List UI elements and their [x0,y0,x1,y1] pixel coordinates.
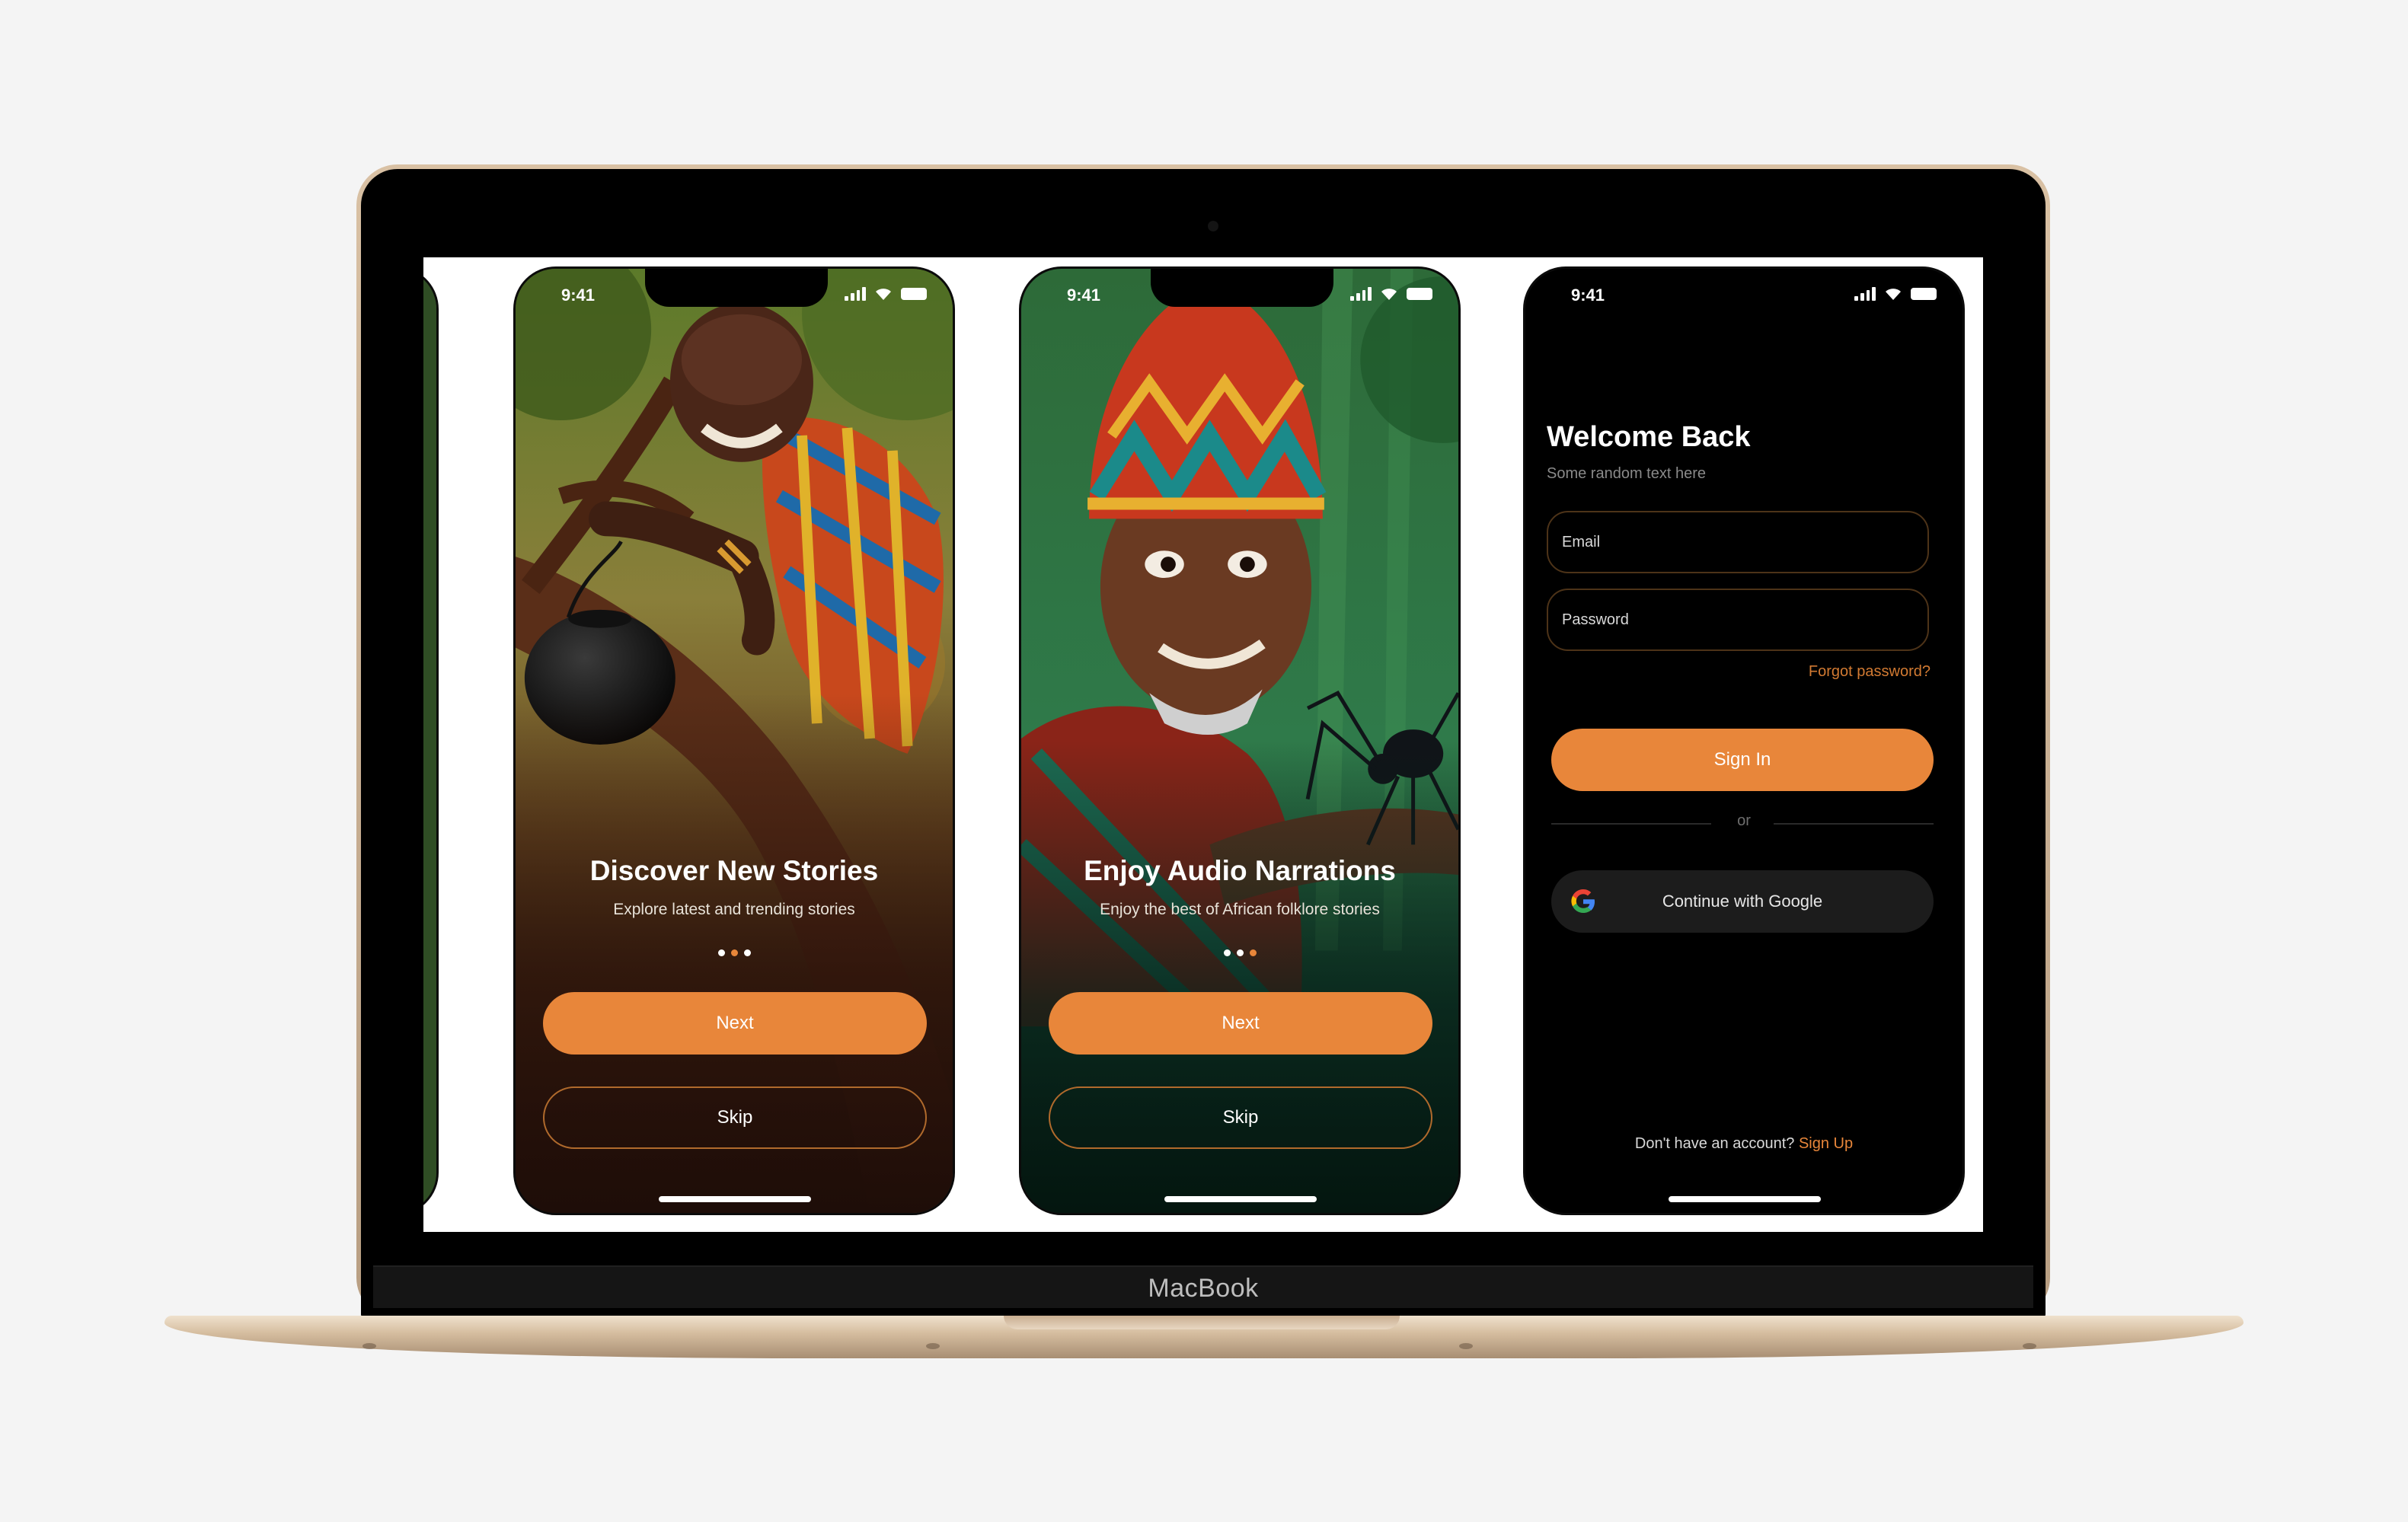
base-foot [2023,1343,2036,1349]
status-time: 9:41 [1067,286,1101,305]
macbook-logo-text: MacBook [1148,1274,1259,1303]
home-indicator [659,1196,811,1202]
home-indicator [1669,1196,1821,1202]
phone-onboarding-2: 9:41 Enjoy Audio Narrations Enjoy the be… [1019,266,1461,1215]
laptop-chin: MacBook [373,1265,2033,1308]
page-dot-2[interactable] [730,949,738,956]
base-foot [362,1343,376,1349]
google-signin-button[interactable]: Continue with Google [1551,870,1934,933]
or-label: or [1737,812,1751,829]
base-foot [926,1343,940,1349]
phone-onboarding-1: 9:41 Discover New Stories Explore latest… [513,266,955,1215]
status-bar: 9:41 [516,286,953,316]
onboarding-title: Discover New Stories [589,855,879,886]
trickster-pot-illustration [516,269,953,1213]
home-indicator [1164,1196,1317,1202]
signin-button[interactable]: Sign In [1551,729,1934,791]
wifi-icon [1381,289,1397,300]
story-illustration [423,269,436,1213]
skip-button[interactable]: Skip [543,1086,927,1149]
page-dot-1[interactable] [717,949,725,956]
google-button-label: Continue with Google [1662,892,1823,911]
signal-icon [1350,287,1372,301]
page-indicator [516,949,953,956]
page-dot-1[interactable] [1223,949,1231,956]
next-button[interactable]: Next [1049,992,1432,1055]
signin-title: Welcome Back [1547,421,1751,453]
battery-icon [1407,288,1432,300]
signal-icon [1854,287,1876,301]
onboarding-title: Enjoy Audio Narrations [1084,855,1396,886]
skip-button[interactable]: Skip [1049,1086,1432,1149]
no-account-text: Don't have an account? [1634,1135,1795,1152]
onboarding-subtitle: Explore latest and trending stories [613,901,855,918]
signup-prompt: Don't have an account? Sign Up [1525,1135,1962,1153]
signup-link[interactable]: Sign Up [1799,1135,1853,1152]
macbook-base [164,1316,2244,1358]
storyteller-spider-illustration [1021,269,1458,1213]
email-field[interactable] [1547,511,1929,573]
status-time: 9:41 [1571,286,1605,305]
battery-icon [1911,288,1937,300]
onboarding-subtitle: Enjoy the best of African folklore stori… [1100,901,1380,918]
wifi-icon [1886,289,1901,300]
page-dot-3[interactable] [1249,949,1257,956]
base-opening-notch [1004,1316,1400,1329]
system-icons [1854,287,1937,301]
base-foot [1459,1343,1473,1349]
status-bar: 9:41 [1525,286,1962,316]
page-dot-3[interactable] [743,949,751,956]
laptop-screen: 9:41 Discover New Stories Explore latest… [423,257,1983,1232]
signin-subtitle: Some random text here [1547,465,1706,482]
mockup-stage: 9:41 Discover New Stories Explore latest… [0,0,2408,1522]
system-icons [845,287,927,301]
battery-icon [901,288,927,300]
phone-signin: 9:41 Welcome Back Some random text here … [1523,266,1965,1215]
page-dot-2[interactable] [1236,949,1244,956]
signal-icon [845,287,866,301]
next-button[interactable]: Next [543,992,927,1055]
phone-partial-left [423,266,439,1215]
password-field[interactable] [1547,589,1929,651]
forgot-password-link[interactable]: Forgot password? [1809,663,1931,681]
status-time: 9:41 [561,286,596,305]
google-icon [1571,889,1595,913]
screen-bezel: 9:41 Discover New Stories Explore latest… [361,169,2046,1319]
status-bar: 9:41 [1021,286,1458,316]
wifi-icon [876,289,891,300]
macbook-lid: 9:41 Discover New Stories Explore latest… [356,164,2050,1319]
camera-icon [1208,221,1218,231]
page-indicator [1021,949,1458,956]
system-icons [1350,287,1432,301]
